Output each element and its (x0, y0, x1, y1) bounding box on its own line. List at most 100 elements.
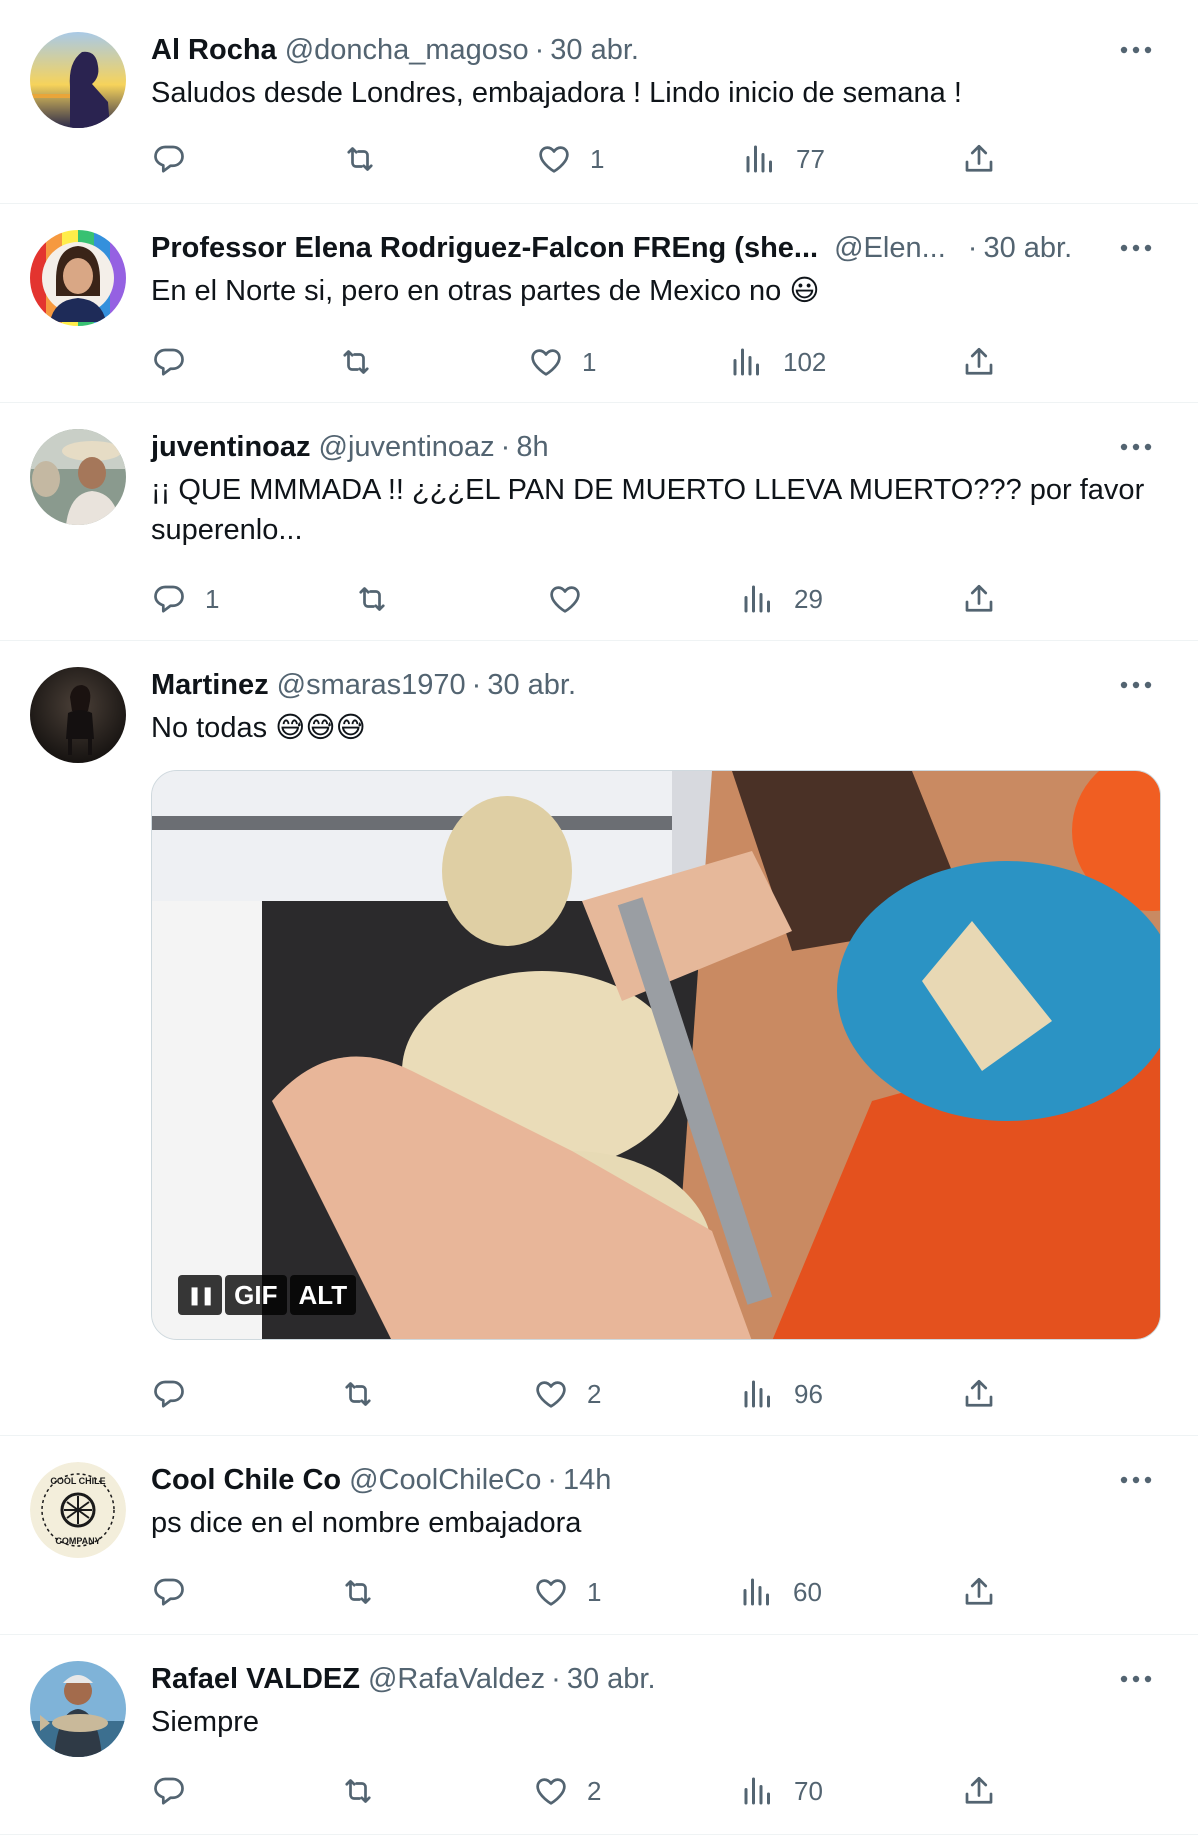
share-button[interactable] (961, 1769, 997, 1813)
gif-badge: GIF (225, 1275, 287, 1315)
reply-button[interactable] (151, 137, 205, 181)
share-button[interactable] (961, 1570, 997, 1614)
author-handle[interactable]: @doncha_magoso (285, 30, 529, 70)
analytics-icon (743, 1578, 769, 1606)
separator-dot: · (967, 232, 978, 264)
reply-feed: Al Rocha @doncha_magoso · 30 abr. Saludo… (0, 0, 1198, 1835)
reply-button[interactable] (151, 1372, 205, 1416)
timestamp[interactable]: 30 abr. (567, 1659, 656, 1699)
analytics-icon (744, 1777, 770, 1805)
more-horizontal-icon[interactable] (1112, 665, 1160, 705)
author-handle[interactable]: @Elen... (834, 228, 946, 268)
like-button[interactable]: 1 (536, 137, 604, 181)
share-button[interactable] (961, 340, 997, 384)
more-horizontal-icon[interactable] (1112, 30, 1160, 70)
like-button[interactable] (547, 577, 601, 621)
reply-button[interactable]: 1 (151, 577, 219, 621)
like-button[interactable]: 1 (528, 340, 596, 384)
author-name[interactable]: Rafael VALDEZ (151, 1659, 360, 1699)
action-bar: 1 102 (0, 340, 1198, 384)
views-button[interactable]: 77 (742, 137, 825, 181)
retweet-icon (345, 1779, 371, 1803)
share-icon (965, 1776, 993, 1804)
reply-icon (154, 1578, 184, 1606)
avatar[interactable] (30, 230, 126, 326)
share-icon (965, 584, 993, 612)
like-button[interactable]: 1 (533, 1570, 601, 1614)
view-count: 96 (794, 1378, 823, 1409)
timestamp[interactable]: 8h (516, 427, 548, 467)
author-name[interactable]: Martinez (151, 665, 269, 705)
heart-icon (536, 1579, 566, 1606)
more-horizontal-icon[interactable] (1112, 427, 1160, 467)
retweet-icon (347, 147, 373, 171)
like-button[interactable]: 2 (533, 1769, 601, 1813)
tweet[interactable]: Rafael VALDEZ @RafaValdez · 30 abr. Siem… (0, 1635, 1198, 1835)
more-horizontal-icon[interactable] (1112, 1659, 1160, 1699)
avatar[interactable] (30, 32, 126, 128)
svg-text:COMPANY: COMPANY (55, 1536, 100, 1546)
retweet-button[interactable] (340, 1570, 376, 1614)
share-button[interactable] (961, 137, 997, 181)
tweet[interactable]: juventinoaz @juventinoaz · 8h ¡¡ QUE MMM… (0, 403, 1198, 641)
author-handle[interactable]: @CoolChileCo (349, 1460, 541, 1500)
separator-dot: · (547, 1464, 558, 1496)
views-button[interactable]: 29 (740, 577, 823, 621)
analytics-icon (733, 348, 759, 376)
views-button[interactable]: 102 (729, 340, 826, 384)
like-count: 2 (587, 1378, 602, 1409)
author-name[interactable]: Cool Chile Co (151, 1460, 341, 1500)
reply-icon (154, 1777, 184, 1805)
retweet-button[interactable] (338, 340, 374, 384)
reply-icon (154, 585, 184, 613)
share-icon (965, 347, 993, 375)
views-button[interactable]: 70 (740, 1769, 823, 1813)
retweet-button[interactable] (342, 137, 378, 181)
reply-button[interactable] (151, 340, 205, 384)
retweet-button[interactable] (340, 1372, 376, 1416)
action-bar: 1 29 (0, 577, 1198, 621)
timestamp[interactable]: 30 abr. (550, 30, 639, 70)
timestamp[interactable]: 30 abr. (983, 228, 1072, 268)
retweet-button[interactable] (354, 577, 390, 621)
more-horizontal-icon[interactable] (1112, 228, 1160, 268)
avatar[interactable] (30, 1661, 126, 1757)
timestamp[interactable]: 30 abr. (487, 665, 576, 705)
separator-dot: · (534, 34, 545, 66)
more-horizontal-icon[interactable] (1112, 1460, 1160, 1500)
share-button[interactable] (961, 577, 997, 621)
reply-button[interactable] (151, 1570, 205, 1614)
like-count: 2 (587, 1775, 602, 1806)
timestamp[interactable]: 14h (563, 1460, 611, 1500)
tweet[interactable]: Professor Elena Rodriguez-Falcon FREng (… (0, 204, 1198, 403)
retweet-icon (359, 587, 385, 611)
retweet-icon (345, 1580, 371, 1604)
author-name[interactable]: Professor Elena Rodriguez-Falcon FREng (… (151, 228, 818, 268)
tweet-text: En el Norte si, pero en otras partes de … (151, 275, 820, 307)
author-handle[interactable]: @juventinoaz (319, 427, 495, 467)
views-button[interactable]: 60 (739, 1570, 822, 1614)
alt-text-button[interactable]: ALT (289, 1275, 357, 1315)
view-count: 60 (793, 1576, 822, 1607)
tweet[interactable]: COOL CHILE COMPANY Cool Chile Co @CoolCh… (0, 1436, 1198, 1635)
views-button[interactable]: 96 (740, 1372, 823, 1416)
gif-media[interactable]: ❚❚ GIF ALT (151, 770, 1161, 1340)
reply-count: 1 (205, 583, 220, 614)
author-handle[interactable]: @RafaValdez (368, 1659, 545, 1699)
like-count: 1 (582, 346, 597, 377)
share-button[interactable] (961, 1372, 997, 1416)
author-handle[interactable]: @smaras1970 (277, 665, 466, 705)
avatar[interactable] (30, 667, 126, 763)
retweet-button[interactable] (340, 1769, 376, 1813)
heart-icon (539, 146, 569, 173)
avatar[interactable]: COOL CHILE COMPANY (30, 1462, 126, 1558)
reply-button[interactable] (151, 1769, 205, 1813)
tweet[interactable]: Al Rocha @doncha_magoso · 30 abr. Saludo… (0, 0, 1198, 204)
avatar[interactable] (30, 429, 126, 525)
separator-dot: · (471, 669, 482, 701)
author-name[interactable]: Al Rocha (151, 30, 277, 70)
author-name[interactable]: juventinoaz (151, 427, 311, 467)
tweet[interactable]: Martinez @smaras1970 · 30 abr. No todas … (0, 641, 1198, 1436)
pause-button[interactable]: ❚❚ (178, 1275, 223, 1315)
like-button[interactable]: 2 (533, 1372, 601, 1416)
